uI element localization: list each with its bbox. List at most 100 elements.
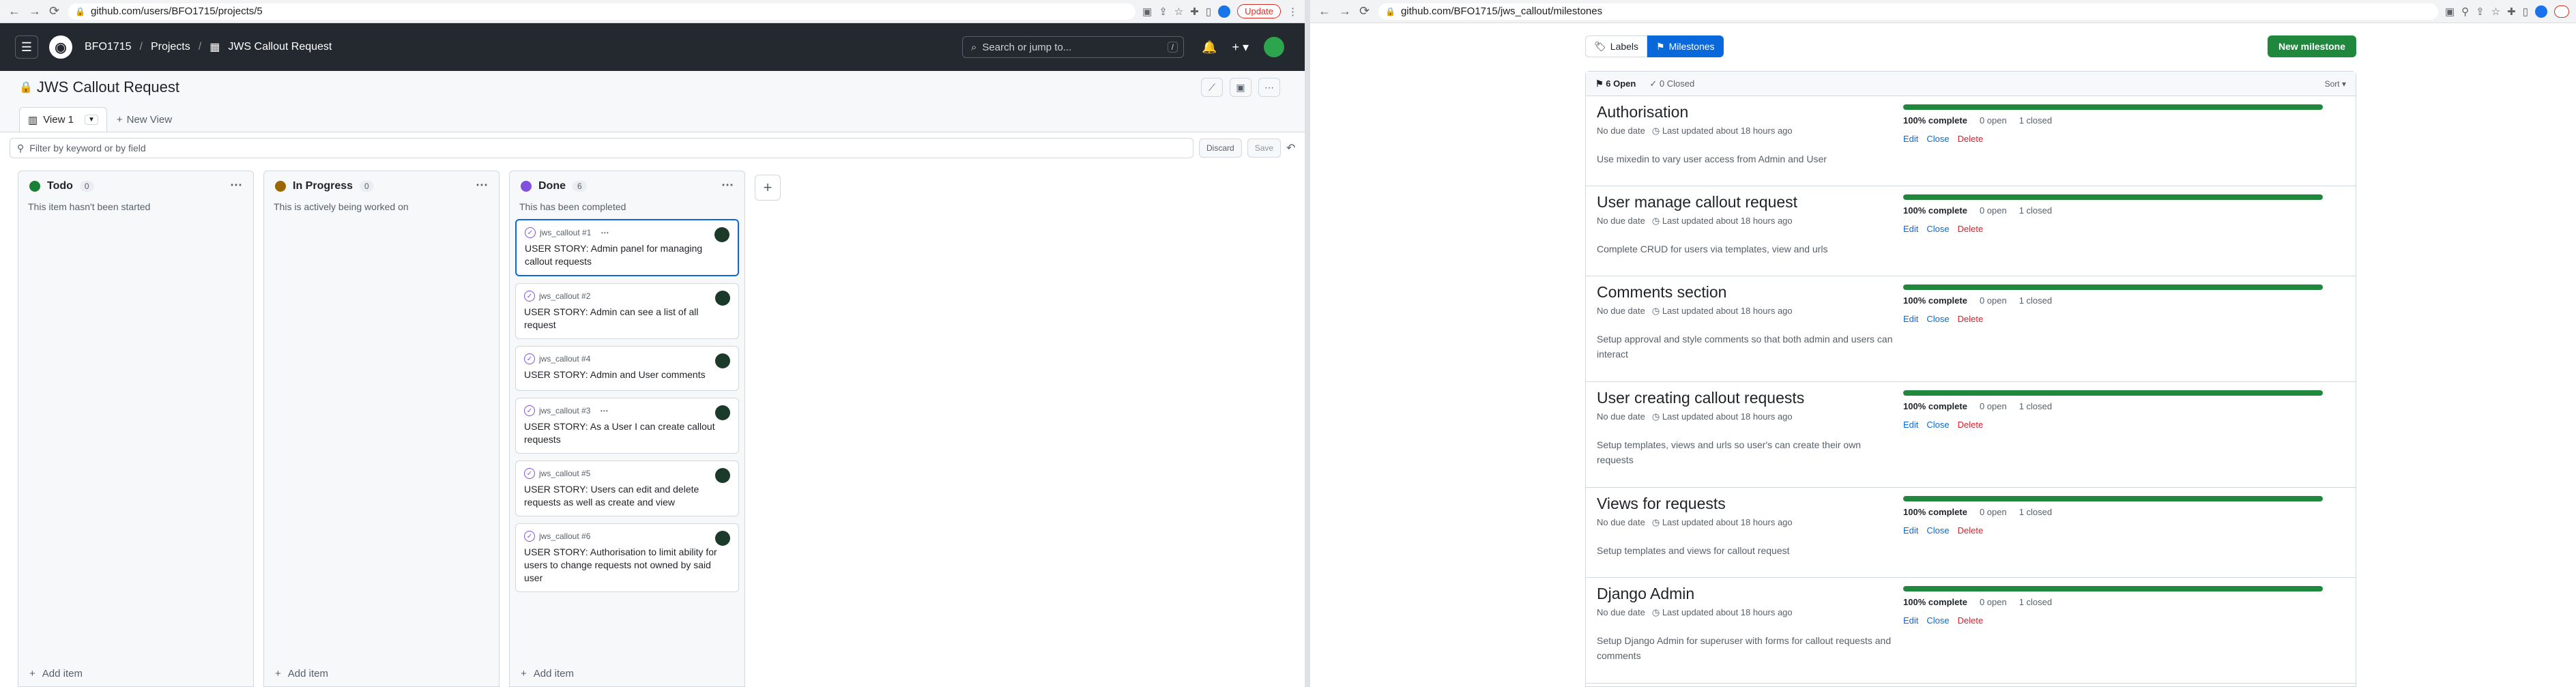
new-milestone-button[interactable]: New milestone: [2267, 35, 2356, 57]
card-ref-label[interactable]: jws_callout #3: [539, 406, 590, 415]
card-title[interactable]: USER STORY: Admin and User comments: [524, 368, 730, 381]
edit-link[interactable]: Edit: [1903, 525, 1918, 536]
card-title[interactable]: USER STORY: Admin panel for managing cal…: [525, 242, 729, 268]
address-bar[interactable]: 🔒 github.com/BFO1715/jws_callout/milesto…: [1378, 3, 2438, 20]
close-link[interactable]: Close: [1926, 525, 1949, 536]
add-item-button[interactable]: + Add item: [29, 668, 83, 679]
profile-avatar[interactable]: [2535, 5, 2547, 18]
add-column-button[interactable]: +: [755, 175, 781, 201]
forward-icon[interactable]: →: [1339, 4, 1351, 18]
close-link[interactable]: Close: [1926, 615, 1949, 626]
closed-issues-count[interactable]: 1 closed: [2019, 401, 2052, 411]
reload-icon[interactable]: ⟳: [49, 4, 59, 18]
discard-button[interactable]: Discard: [1199, 138, 1242, 158]
delete-link[interactable]: Delete: [1958, 525, 1984, 536]
search-input[interactable]: ⌕ Search or jump to... /: [962, 36, 1184, 58]
breadcrumb-projects[interactable]: Projects: [151, 41, 190, 53]
card-more-icon[interactable]: ⋯: [600, 228, 609, 237]
assignee-avatar[interactable]: [715, 468, 730, 483]
extensions-icon[interactable]: ✚: [2507, 5, 2516, 18]
sort-dropdown[interactable]: Sort ▾: [2325, 79, 2346, 89]
closed-issues-count[interactable]: 1 closed: [2019, 295, 2052, 306]
plus-dropdown-icon[interactable]: + ▾: [1232, 40, 1249, 55]
open-issues-count[interactable]: 0 open: [1980, 401, 2007, 411]
breadcrumb-user[interactable]: BFO1715: [85, 41, 131, 53]
card-ref-label[interactable]: jws_callout #1: [540, 228, 591, 237]
tab-view-1[interactable]: ▥ View 1 ▼: [19, 107, 107, 132]
edit-link[interactable]: Edit: [1903, 224, 1918, 234]
issue-card[interactable]: ✓ jws_callout #3 ⋯ USER STORY: As a User I …: [515, 398, 739, 454]
screenshot-icon[interactable]: ▣: [1142, 5, 1152, 18]
add-item-button[interactable]: + Add item: [521, 668, 574, 679]
back-icon[interactable]: ←: [8, 4, 20, 18]
user-avatar[interactable]: [1264, 37, 1284, 57]
menu-kebab-icon[interactable]: ⋮: [1288, 5, 1298, 18]
closed-issues-count[interactable]: 1 closed: [2019, 115, 2052, 126]
closed-count[interactable]: ✓ 0 Closed: [1649, 78, 1694, 89]
tab-labels[interactable]: 🏷 Labels: [1585, 35, 1648, 57]
delete-link[interactable]: Delete: [1958, 134, 1984, 144]
column-more-icon[interactable]: ⋯: [230, 178, 242, 192]
address-bar[interactable]: 🔒 github.com/users/BFO1715/projects/5: [68, 3, 1136, 20]
closed-issues-count[interactable]: 1 closed: [2019, 507, 2052, 517]
card-title[interactable]: USER STORY: Admin can see a list of all …: [524, 306, 730, 332]
assignee-avatar[interactable]: [715, 291, 730, 306]
edit-link[interactable]: Edit: [1903, 314, 1918, 324]
card-ref-label[interactable]: jws_callout #4: [539, 354, 590, 364]
assignee-avatar[interactable]: [715, 405, 730, 420]
delete-link[interactable]: Delete: [1958, 314, 1984, 324]
issue-card[interactable]: ✓ jws_callout #2 USER STORY: Admin can see…: [515, 283, 739, 339]
card-ref-label[interactable]: jws_callout #2: [539, 291, 590, 301]
open-count[interactable]: ⚑ 6 Open: [1595, 78, 1636, 89]
open-issues-count[interactable]: 0 open: [1980, 115, 2007, 126]
sidepanel-icon[interactable]: ▯: [1206, 5, 1211, 18]
card-ref-label[interactable]: jws_callout #6: [539, 531, 590, 541]
delete-link[interactable]: Delete: [1958, 224, 1984, 234]
card-title[interactable]: USER STORY: As a User I can create callo…: [524, 420, 730, 446]
column-more-icon[interactable]: ⋯: [476, 178, 488, 192]
close-link[interactable]: Close: [1926, 224, 1949, 234]
card-ref-label[interactable]: jws_callout #5: [539, 469, 590, 478]
back-icon[interactable]: ←: [1318, 4, 1331, 18]
chevron-down-icon[interactable]: ▼: [84, 115, 98, 125]
layout-icon[interactable]: ▣: [1230, 78, 1251, 97]
bookmark-star-icon[interactable]: ☆: [1174, 5, 1183, 18]
bookmark-star-icon[interactable]: ☆: [2491, 5, 2500, 18]
issue-card[interactable]: ✓ jws_callout #1 ⋯ USER STORY: Admin panel …: [515, 219, 739, 276]
close-link[interactable]: Close: [1926, 314, 1949, 324]
reload-icon[interactable]: ⟳: [1359, 4, 1370, 18]
edit-link[interactable]: Edit: [1903, 134, 1918, 144]
zoom-icon[interactable]: ⚲: [2461, 5, 2469, 18]
issue-card[interactable]: ✓ jws_callout #5 USER STORY: Users can edi…: [515, 461, 739, 516]
closed-issues-count[interactable]: 1 closed: [2019, 205, 2052, 216]
assignee-avatar[interactable]: [715, 531, 730, 546]
card-more-icon[interactable]: ⋯: [600, 406, 608, 415]
open-issues-count[interactable]: 0 open: [1980, 507, 2007, 517]
issue-card[interactable]: ✓ jws_callout #4 USER STORY: Admin and Use…: [515, 346, 739, 391]
column-more-icon[interactable]: ⋯: [721, 178, 734, 192]
breadcrumb-project[interactable]: JWS Callout Request: [228, 41, 332, 53]
new-view-button[interactable]: + New View: [107, 107, 182, 132]
assignee-avatar[interactable]: [715, 353, 730, 368]
delete-link[interactable]: Delete: [1958, 615, 1984, 626]
card-title[interactable]: USER STORY: Authorisation to limit abili…: [524, 546, 730, 585]
github-logo-icon[interactable]: ◉: [49, 35, 72, 59]
close-link[interactable]: Close: [1926, 420, 1949, 430]
insights-icon[interactable]: ⟋: [1201, 78, 1223, 97]
forward-icon[interactable]: →: [29, 4, 41, 18]
profile-avatar[interactable]: [1218, 5, 1231, 18]
open-issues-count[interactable]: 0 open: [1980, 295, 2007, 306]
tab-milestones[interactable]: ⚑ Milestones: [1647, 35, 1724, 57]
update-button[interactable]: Update: [1237, 4, 1281, 18]
open-issues-count[interactable]: 0 open: [1980, 597, 2007, 607]
update-button[interactable]: [2554, 5, 2569, 18]
edit-link[interactable]: Edit: [1903, 420, 1918, 430]
extensions-icon[interactable]: ✚: [1190, 5, 1199, 18]
share-icon[interactable]: ⇪: [1159, 5, 1168, 18]
issue-card[interactable]: ✓ jws_callout #6 USER STORY: Authorisation…: [515, 523, 739, 592]
delete-link[interactable]: Delete: [1958, 420, 1984, 430]
closed-issues-count[interactable]: 1 closed: [2019, 597, 2052, 607]
open-issues-count[interactable]: 0 open: [1980, 205, 2007, 216]
add-item-button[interactable]: + Add item: [275, 668, 328, 679]
close-link[interactable]: Close: [1926, 134, 1949, 144]
